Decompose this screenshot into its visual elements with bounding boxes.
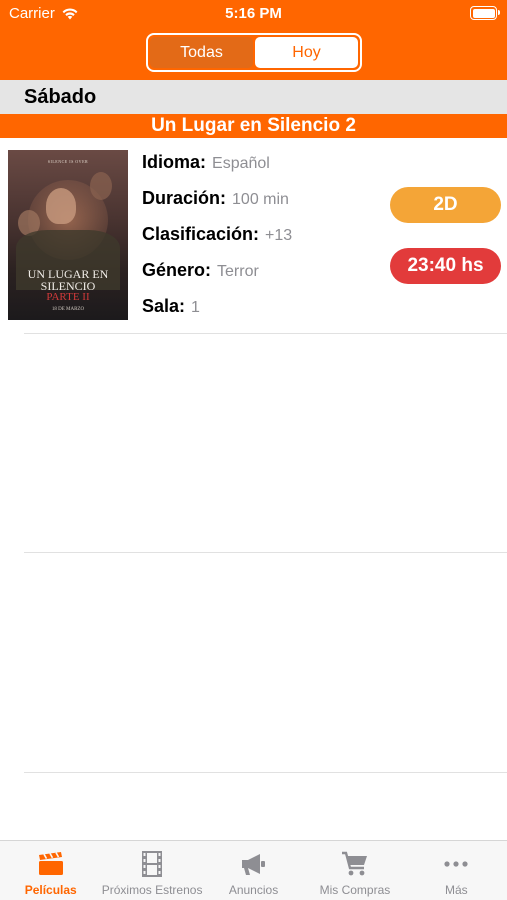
detail-label: Género: (142, 260, 212, 280)
detail-value: 1 (191, 299, 200, 316)
tab-bar: Películas Próximos Estrenos Anuncios Mis… (0, 840, 507, 900)
movie-poster[interactable]: SILENCE IS OVER UN LUGAR EN SILENCIO PAR… (8, 150, 128, 320)
day-label: Sábado (24, 86, 97, 108)
detail-sala: Sala: 1 (142, 296, 200, 317)
tab-peliculas[interactable]: Películas (0, 841, 101, 900)
segment-todas[interactable]: Todas (150, 37, 253, 68)
megaphone-icon (241, 854, 265, 875)
detail-genero: Género: Terror (142, 260, 259, 281)
more-dots-icon (444, 861, 468, 867)
poster-tagline: SILENCE IS OVER (47, 159, 89, 164)
tab-proximos-estrenos[interactable]: Próximos Estrenos (101, 841, 202, 900)
movie-title-bar: Un Lugar en Silencio 2 (0, 114, 507, 138)
row-separator (24, 772, 507, 773)
tab-mis-compras[interactable]: Mis Compras (304, 841, 405, 900)
status-bar: Carrier 5:16 PM (0, 0, 507, 28)
showtime-button[interactable]: 23:40 hs (390, 248, 501, 284)
tab-label: Próximos Estrenos (101, 883, 203, 897)
detail-value: 100 min (232, 191, 289, 208)
tab-mas[interactable]: Más (406, 841, 507, 900)
detail-value: +13 (265, 227, 293, 244)
row-separator (24, 552, 507, 553)
detail-label: Sala: (142, 296, 186, 316)
tab-label: Mis Compras (319, 883, 391, 897)
battery-icon (470, 6, 500, 20)
detail-clasificacion: Clasificación: +13 (142, 224, 292, 245)
filter-segmented-control: Todas Hoy (146, 33, 362, 72)
format-badge[interactable]: 2D (390, 187, 501, 223)
row-separator (24, 333, 507, 334)
poster-title-line3: PARTE II (46, 291, 90, 303)
day-section-header: Sábado (0, 80, 507, 114)
tab-label: Películas (24, 883, 77, 897)
detail-idioma: Idioma: Español (142, 152, 270, 173)
film-strip-icon (142, 851, 163, 877)
poster-date: 18 DE MARZO (51, 307, 85, 312)
movie-title: Un Lugar en Silencio 2 (151, 115, 356, 136)
detail-label: Duración: (142, 188, 227, 208)
detail-duracion: Duración: 100 min (142, 188, 289, 209)
tab-label: Anuncios (228, 883, 279, 897)
detail-value: Terror (217, 263, 259, 280)
detail-label: Clasificación: (142, 224, 260, 244)
cart-icon (341, 851, 367, 876)
status-time: 5:16 PM (225, 5, 282, 22)
detail-label: Idioma: (142, 152, 207, 172)
app-header: Carrier 5:16 PM Todas Hoy (0, 0, 507, 80)
segment-hoy[interactable]: Hoy (255, 37, 358, 68)
tab-anuncios[interactable]: Anuncios (203, 841, 304, 900)
tab-label: Más (444, 883, 468, 897)
clapperboard-icon (38, 852, 63, 875)
detail-value: Español (212, 155, 270, 172)
